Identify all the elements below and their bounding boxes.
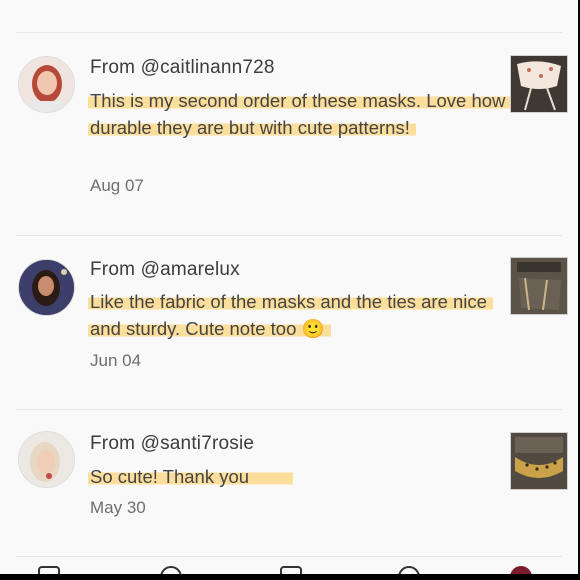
avatar[interactable]: [18, 56, 75, 113]
review-comment: So cute! Thank you: [88, 463, 510, 490]
review-comment-text: Like the fabric of the masks and the tie…: [88, 291, 493, 339]
review-comment: Like the fabric of the masks and the tie…: [88, 288, 493, 342]
review-date: Jun 04: [90, 351, 142, 370]
avatar[interactable]: [18, 431, 75, 488]
profile-icon[interactable]: [38, 566, 60, 574]
review-author[interactable]: From @santi7rosie: [90, 433, 254, 455]
search-icon[interactable]: [160, 566, 182, 574]
review-date: May 30: [90, 498, 146, 517]
review-item: From @santi7rosie So cute! Thank you May…: [0, 409, 578, 557]
shop-icon[interactable]: [280, 566, 302, 574]
explore-icon[interactable]: [398, 566, 420, 574]
review-comment: This is my second order of these masks. …: [88, 87, 512, 141]
review-date: Aug 07: [90, 176, 144, 195]
product-thumbnail[interactable]: [510, 432, 568, 490]
review-item: From @caitlinann728 This is my second or…: [0, 32, 578, 235]
divider: [16, 556, 562, 557]
reviews-screen: From @caitlinann728 This is my second or…: [0, 0, 578, 574]
product-thumbnail[interactable]: [510, 55, 568, 113]
review-author[interactable]: From @caitlinann728: [90, 57, 275, 79]
avatar-icon[interactable]: [510, 566, 532, 574]
bottom-nav: [0, 560, 578, 574]
review-comment-text: This is my second order of these masks. …: [88, 90, 512, 138]
review-item: From @amarelux Like the fabric of the ma…: [0, 235, 578, 409]
avatar[interactable]: [18, 259, 75, 316]
product-thumbnail[interactable]: [510, 257, 568, 315]
review-comment-text: So cute! Thank you: [88, 466, 294, 487]
review-author[interactable]: From @amarelux: [90, 259, 240, 281]
